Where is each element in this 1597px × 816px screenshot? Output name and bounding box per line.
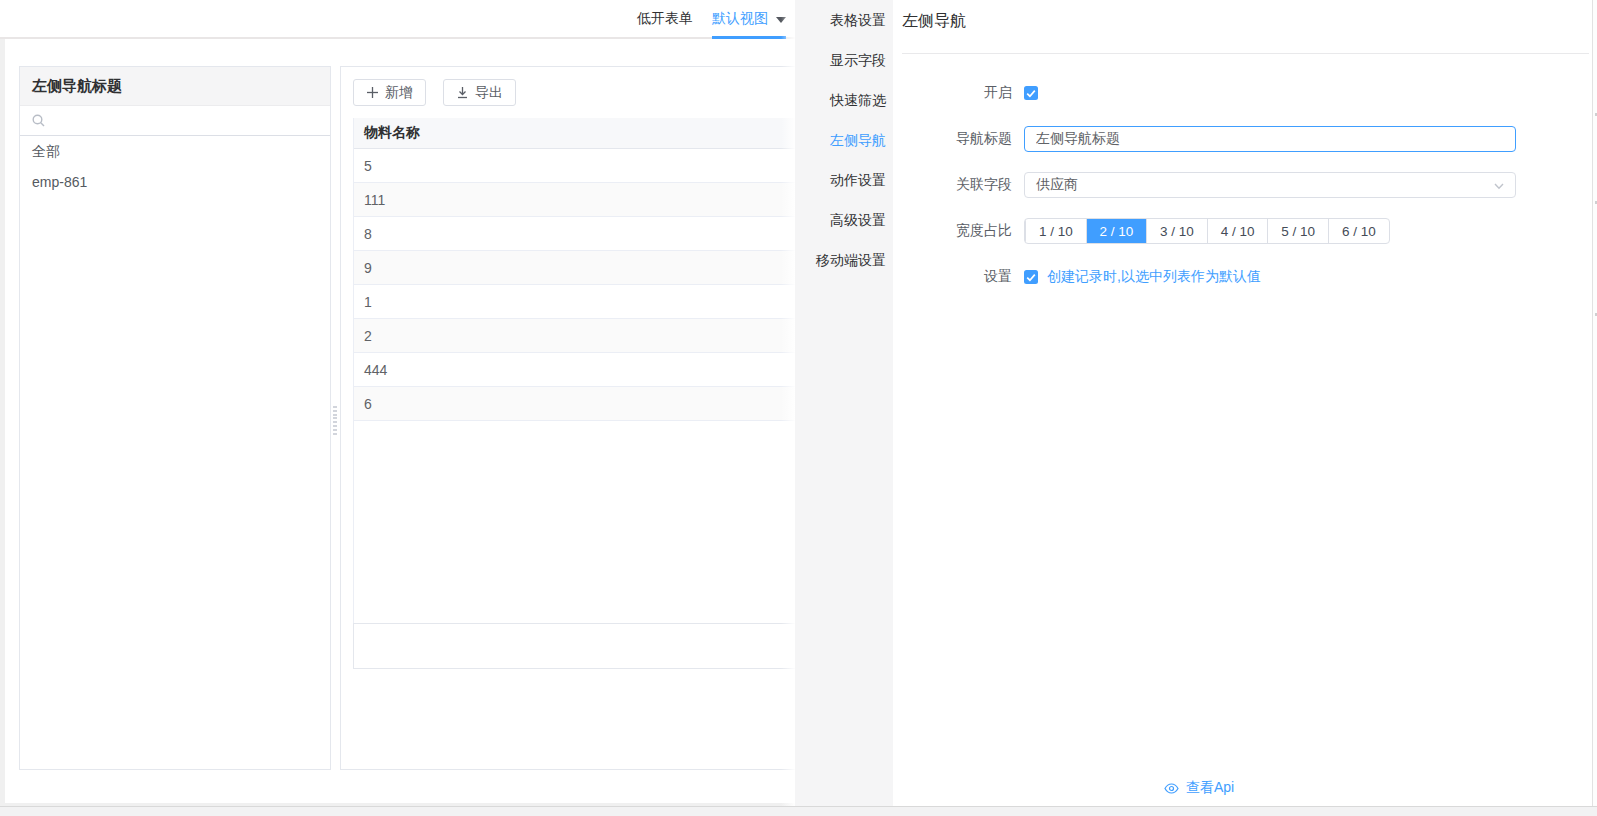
- left-nav-list: 全部emp-861: [20, 136, 330, 198]
- drawer-form: 开启 导航标题 关联字段 供应商 宽度占比: [893, 80, 1592, 290]
- settings-row: 设置 创建记录时,以选中列表作为默认值: [893, 264, 1592, 290]
- width-ratio-group: 1 / 102 / 103 / 104 / 105 / 106 / 10: [1024, 218, 1390, 244]
- related-field-select[interactable]: 供应商: [1024, 172, 1516, 198]
- search-icon: [32, 114, 45, 127]
- drawer-panel-header: 左侧导航: [902, 0, 1589, 54]
- nav-title-row: 导航标题: [893, 126, 1592, 152]
- width-ratio-option[interactable]: 4 / 10: [1207, 219, 1268, 243]
- vertical-scrollbar[interactable]: [1592, 0, 1597, 806]
- horizontal-scrollbar[interactable]: [0, 806, 1597, 816]
- enable-checkbox[interactable]: [1024, 86, 1038, 100]
- enable-row: 开启: [893, 80, 1592, 106]
- related-field-label: 关联字段: [893, 176, 1024, 194]
- add-button-label: 新增: [385, 84, 413, 102]
- drawer-menu-item[interactable]: 左侧导航: [795, 120, 893, 160]
- drawer-menu-item[interactable]: 移动端设置: [795, 240, 893, 280]
- width-ratio-option[interactable]: 3 / 10: [1146, 219, 1207, 243]
- settings-note-link[interactable]: 创建记录时,以选中列表作为默认值: [1047, 268, 1261, 286]
- enable-label: 开启: [893, 84, 1024, 102]
- plus-icon: [366, 86, 379, 99]
- width-ratio-row: 宽度占比 1 / 102 / 103 / 104 / 105 / 106 / 1…: [893, 218, 1592, 244]
- view-api-label: 查看Api: [1186, 779, 1234, 797]
- width-ratio-option[interactable]: 1 / 10: [1025, 219, 1086, 243]
- drawer-menu-item[interactable]: 高级设置: [795, 200, 893, 240]
- left-nav-list-item[interactable]: emp-861: [20, 167, 330, 198]
- left-nav-title: 左侧导航标题: [32, 77, 122, 96]
- chevron-down-icon: [1493, 180, 1505, 192]
- nav-title-input[interactable]: [1024, 126, 1516, 152]
- drawer-menu-item[interactable]: 显示字段: [795, 40, 893, 80]
- tab-lowcode-form[interactable]: 低开表单: [637, 0, 693, 37]
- width-ratio-option[interactable]: 6 / 10: [1328, 219, 1389, 243]
- download-icon: [456, 86, 469, 99]
- search-input[interactable]: [53, 113, 318, 128]
- view-api-link[interactable]: 查看Api: [1164, 779, 1234, 797]
- settings-drawer: 表格设置显示字段快速筛选左侧导航动作设置高级设置移动端设置 左侧导航 开启 导航…: [795, 0, 1592, 806]
- drawer-panel: 左侧导航 开启 导航标题 关联字段 供应商: [893, 0, 1592, 806]
- add-button[interactable]: 新增: [353, 79, 426, 106]
- width-ratio-label: 宽度占比: [893, 222, 1024, 240]
- check-icon: [1026, 273, 1036, 282]
- left-nav-panel: 左侧导航标题 全部emp-861: [19, 66, 331, 770]
- width-ratio-option[interactable]: 2 / 10: [1086, 218, 1147, 244]
- settings-checkbox[interactable]: [1024, 270, 1038, 284]
- drawer-menu-item[interactable]: 表格设置: [795, 0, 893, 40]
- related-field-row: 关联字段 供应商: [893, 172, 1592, 198]
- export-button[interactable]: 导出: [443, 79, 516, 106]
- left-nav-header: 左侧导航标题: [20, 67, 330, 106]
- left-nav-list-item[interactable]: 全部: [20, 136, 330, 167]
- check-icon: [1026, 89, 1036, 98]
- drawer-menu-item[interactable]: 快速筛选: [795, 80, 893, 120]
- nav-title-label: 导航标题: [893, 130, 1024, 148]
- drawer-panel-title: 左侧导航: [902, 0, 1589, 30]
- app-root: 低开表单 默认视图 左侧导航标题 全部emp-861 新增: [0, 0, 1597, 816]
- drawer-menu-item[interactable]: 动作设置: [795, 160, 893, 200]
- settings-label: 设置: [893, 268, 1024, 286]
- related-field-value: 供应商: [1036, 176, 1078, 194]
- panel-resize-handle[interactable]: [333, 406, 337, 436]
- tab-default-view[interactable]: 默认视图: [712, 0, 786, 37]
- drawer-menu: 表格设置显示字段快速筛选左侧导航动作设置高级设置移动端设置: [795, 0, 893, 806]
- tab-default-view-label: 默认视图: [712, 0, 768, 37]
- export-button-label: 导出: [475, 84, 503, 102]
- chevron-down-icon: [776, 17, 786, 23]
- width-ratio-option[interactable]: 5 / 10: [1267, 219, 1328, 243]
- eye-icon: [1164, 783, 1179, 794]
- left-nav-search[interactable]: [20, 106, 330, 136]
